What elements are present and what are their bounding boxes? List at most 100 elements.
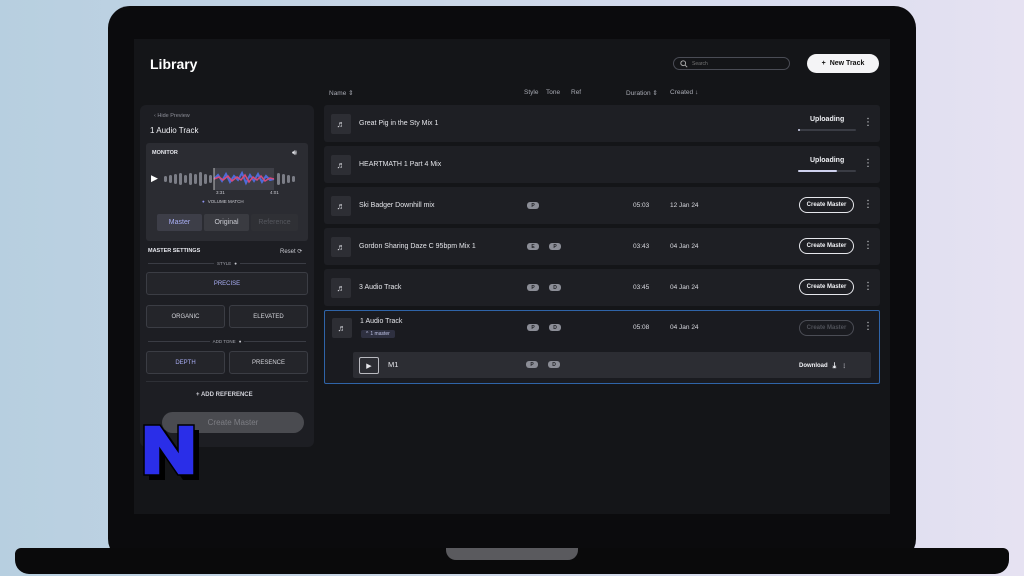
master-name: M1 (388, 360, 399, 369)
more-icon[interactable]: ⋮ (863, 282, 873, 292)
column-ref: Ref (571, 89, 582, 96)
create-master-button[interactable]: Create Master (799, 238, 854, 254)
tone-divider: ADD TONE ● (148, 339, 306, 344)
add-reference-button[interactable]: + ADD REFERENCE (196, 392, 253, 398)
style-option-organic[interactable]: ORGANIC (146, 305, 225, 328)
column-duration[interactable]: Duration ⇕ (626, 89, 658, 97)
music-note-icon: ♬ (331, 196, 351, 216)
style-divider: STYLE ● (148, 261, 307, 266)
play-icon[interactable]: ▶ (151, 173, 158, 184)
segment-master[interactable]: Master (157, 214, 202, 231)
track-name: Great Pig in the Sty Mix 1 (359, 120, 439, 127)
tone-badge: P (549, 243, 561, 250)
sort-icon: ⇕ (348, 90, 354, 97)
style-option-elevated[interactable]: ELEVATED (229, 305, 308, 328)
more-icon[interactable]: ⋮ (863, 118, 873, 128)
tone-option-depth[interactable]: DEPTH (146, 351, 225, 374)
search-icon (680, 59, 688, 68)
download-button[interactable]: Download ⤓ ⋮ (799, 361, 847, 371)
time-start: 3:31 (216, 190, 225, 195)
download-icon: ⤓ (832, 361, 837, 370)
play-button[interactable]: ▶ (359, 357, 379, 374)
plus-icon: + (821, 60, 826, 67)
plus-icon: + (196, 392, 200, 398)
tone-badge: D (549, 284, 561, 291)
style-badge: P (527, 202, 539, 209)
music-note-icon: ♬ (331, 114, 351, 134)
style-badge: E (527, 243, 539, 250)
volume-icon[interactable]: 🔊︎ (292, 148, 297, 158)
table-row[interactable]: ♬ Great Pig in the Sty Mix 1 Uploading ⋮ (324, 105, 880, 142)
more-icon[interactable]: ⋮ (841, 363, 847, 370)
tone-badge: D (548, 361, 560, 368)
upload-status: Uploading (810, 157, 845, 164)
master-row[interactable]: ▶ M1 P D Download ⤓ ⋮ (353, 352, 871, 378)
track-name: Gordon Sharing Daze C 95bpm Mix 1 (359, 243, 476, 250)
column-tone: Tone (546, 89, 561, 96)
track-name: Ski Badger Downhill mix (359, 202, 435, 209)
track-duration: 03:43 (633, 243, 650, 250)
dot-icon: ● (202, 199, 205, 204)
laptop-notch (446, 548, 578, 560)
column-style: Style (524, 89, 539, 96)
page-title: Library (150, 56, 198, 72)
upload-progress (798, 129, 856, 131)
tone-label: ADD TONE (212, 339, 236, 344)
style-badge: P (527, 324, 539, 331)
refresh-icon: ⟳ (297, 249, 303, 255)
new-track-button[interactable]: + New Track (807, 54, 879, 73)
master-count-tag[interactable]: ^ 1 master (361, 330, 395, 338)
create-master-button[interactable]: Create Master (799, 320, 854, 336)
column-created[interactable]: Created ↓ (670, 89, 698, 96)
track-created: 04 Jan 24 (670, 284, 699, 291)
monitor-label: MONITOR (152, 150, 178, 156)
segment-reference[interactable]: Reference (251, 214, 298, 231)
style-option-precise[interactable]: PRECISE (146, 272, 308, 295)
more-icon[interactable]: ⋮ (863, 159, 873, 169)
search-input[interactable] (692, 60, 782, 67)
create-master-button[interactable]: Create Master (799, 197, 854, 213)
tone-option-presence[interactable]: PRESENCE (229, 351, 308, 374)
track-name: HEARTMATH 1 Part 4 Mix (359, 161, 442, 168)
reset-button[interactable]: Reset ⟳ (280, 248, 302, 255)
tone-badge: D (549, 324, 561, 331)
upload-status: Uploading (810, 116, 845, 123)
music-note-icon: ♬ (331, 237, 351, 257)
table-row[interactable]: ♬ Gordon Sharing Daze C 95bpm Mix 1 E P … (324, 228, 880, 265)
divider (146, 381, 308, 382)
segment-original[interactable]: Original (204, 214, 249, 231)
style-badge: P (527, 284, 539, 291)
column-name[interactable]: Name ⇕ (329, 89, 354, 97)
style-label: STYLE (217, 261, 232, 266)
column-name-label: Name (329, 90, 347, 97)
master-settings-label: MASTER SETTINGS (148, 248, 201, 254)
track-duration: 05:08 (633, 324, 650, 331)
volume-match-toggle[interactable]: ● VOLUME MATCH (202, 199, 244, 204)
n-logo (143, 424, 199, 480)
track-created: 04 Jan 24 (670, 243, 699, 250)
search-box[interactable] (673, 57, 790, 70)
table-row[interactable]: ♬ 3 Audio Track P D 03:45 04 Jan 24 Crea… (324, 269, 880, 306)
more-icon[interactable]: ⋮ (863, 322, 873, 332)
more-icon[interactable]: ⋮ (863, 200, 873, 210)
table-row-expanded[interactable]: ♬ 1 Audio Track ^ 1 master P D 05:08 04 J… (324, 310, 880, 384)
create-master-button[interactable]: Create Master (799, 279, 854, 295)
upload-progress (798, 170, 856, 172)
panel-title: 1 Audio Track (150, 126, 199, 135)
style-badge: P (526, 361, 538, 368)
hide-preview-label: Hide Preview (157, 113, 190, 119)
info-icon: ● (238, 339, 242, 344)
sort-icon: ⇕ (652, 90, 658, 97)
waveform[interactable] (162, 168, 302, 190)
preview-panel: ‹ Hide Preview 1 Audio Track MONITOR 🔊︎ … (140, 105, 314, 447)
table-row[interactable]: ♬ Ski Badger Downhill mix P 05:03 12 Jan… (324, 187, 880, 224)
more-icon[interactable]: ⋮ (863, 241, 873, 251)
chevron-up-icon: ^ (366, 331, 369, 337)
music-note-icon: ♬ (331, 278, 351, 298)
master-count-label: 1 master (370, 331, 390, 337)
hide-preview-link[interactable]: ‹ Hide Preview (154, 113, 190, 119)
chevron-left-icon: ‹ (154, 113, 156, 119)
info-icon: ● (234, 261, 237, 266)
app-screen: Library + New Track Name ⇕ Style Tone Re… (134, 39, 890, 514)
table-row[interactable]: ♬ HEARTMATH 1 Part 4 Mix Uploading ⋮ (324, 146, 880, 183)
